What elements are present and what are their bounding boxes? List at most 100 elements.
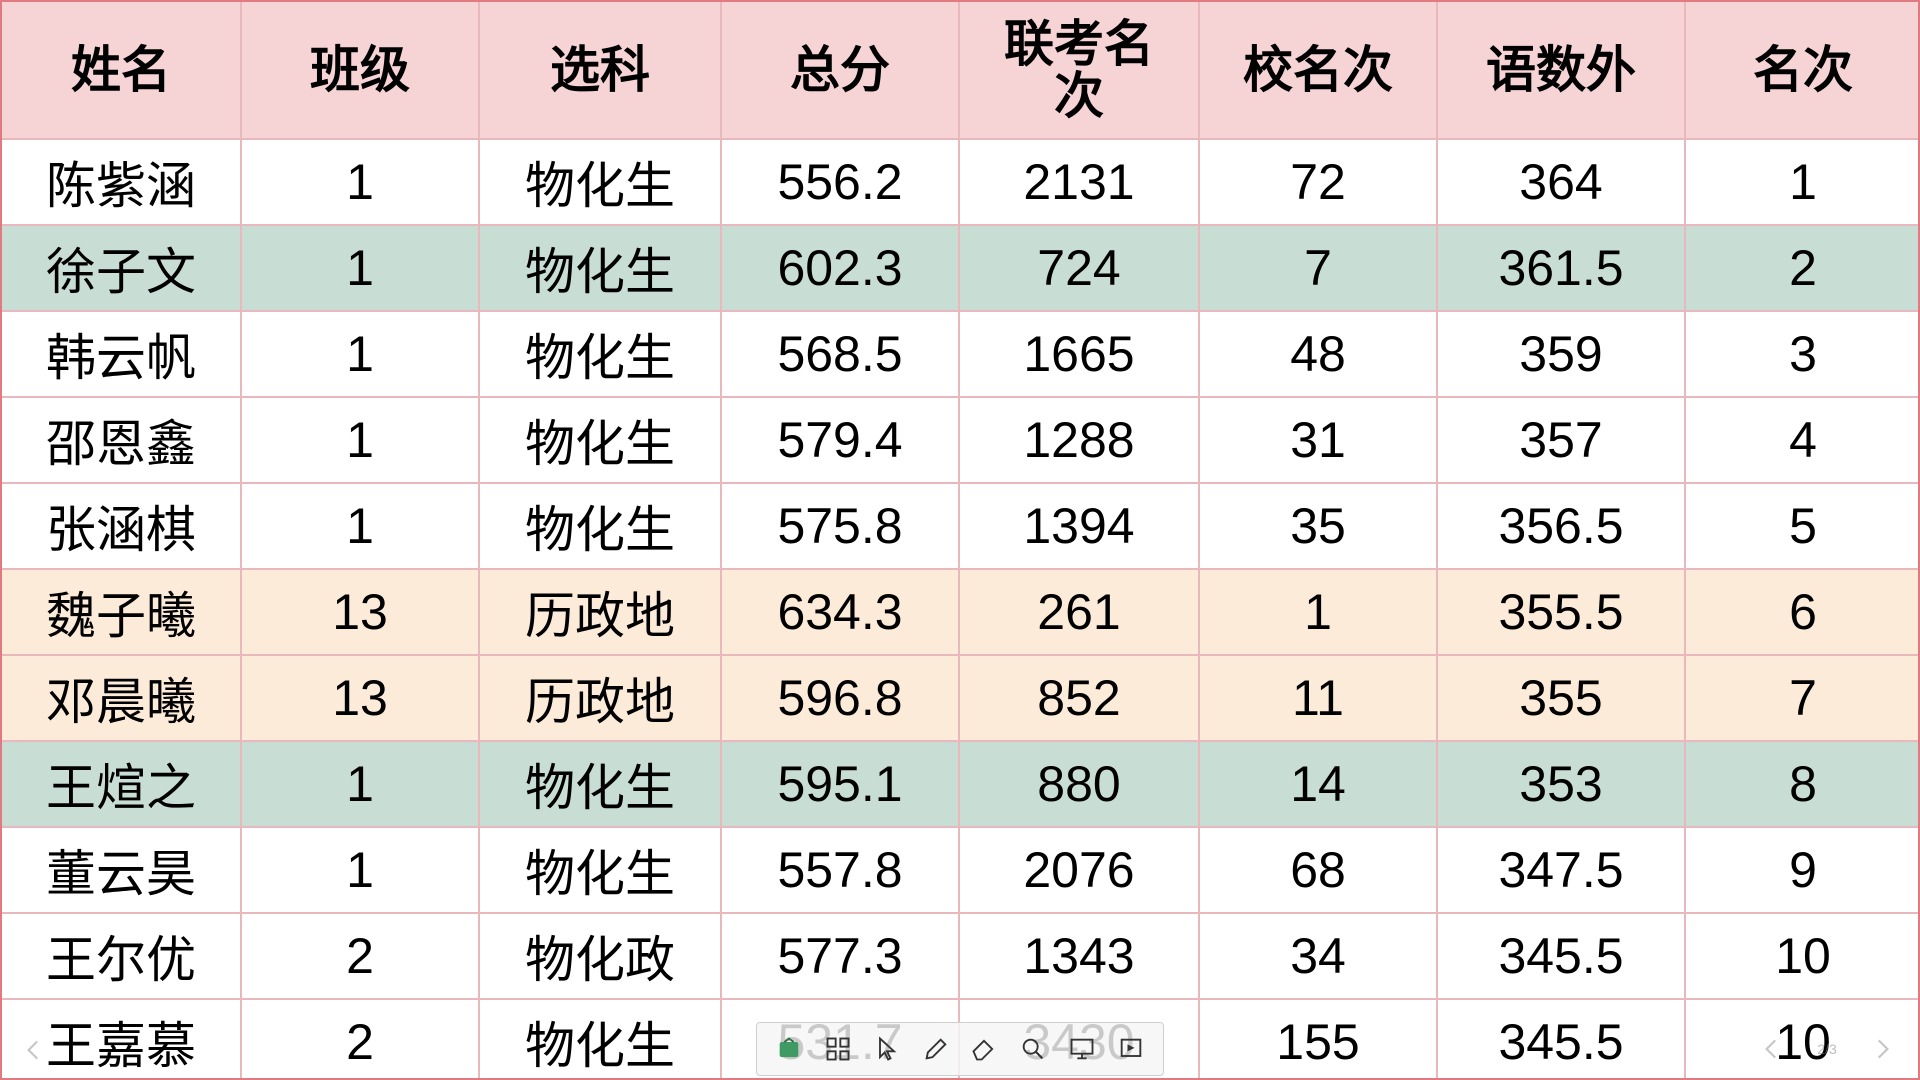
table-row: 邵恩鑫 1 物化生 579.4 1288 31 357 4: [0, 396, 1920, 484]
cell-core-subjects: 361.5: [1436, 224, 1686, 312]
cell-core-subjects: 347.5: [1436, 826, 1686, 914]
cell-rank: 10: [1684, 912, 1920, 1000]
table-row: 王煊之 1 物化生 595.1 880 14 353 8: [0, 740, 1920, 828]
cell-subjects: 物化生: [478, 826, 722, 914]
cell-subjects: 物化生: [478, 396, 722, 484]
cell-total: 556.2: [720, 138, 960, 226]
cell-school-rank: 14: [1198, 740, 1438, 828]
table-row: 董云昊 1 物化生 557.8 2076 68 347.5 9: [0, 826, 1920, 914]
cell-rank: 4: [1684, 396, 1920, 484]
cell-class: 1: [240, 826, 480, 914]
prev-page-icon[interactable]: [14, 1030, 54, 1070]
cell-school-rank: 155: [1198, 998, 1438, 1080]
cell-name: 韩云帆: [0, 310, 242, 398]
cell-subjects: 历政地: [478, 654, 722, 742]
cell-core-subjects: 345.5: [1436, 912, 1686, 1000]
cell-joint-rank: 852: [958, 654, 1200, 742]
cell-rank: 9: [1684, 826, 1920, 914]
cell-class: 1: [240, 482, 480, 570]
nav-right: 2/3: [1752, 1024, 1912, 1074]
score-table: 姓名 班级 选科 总分 联考名次 校名次 语数外 名次 陈紫涵 1 物化生 556.2…: [0, 0, 1920, 1080]
cell-total: 596.8: [720, 654, 960, 742]
table-row: 邓晨曦 13 历政地 596.8 852 11 355 7: [0, 654, 1920, 742]
cell-name: 邓晨曦: [0, 654, 242, 742]
cell-total: 557.8: [720, 826, 960, 914]
cell-class: 1: [240, 310, 480, 398]
cell-name: 王煊之: [0, 740, 242, 828]
cell-name: 王尔优: [0, 912, 242, 1000]
slide-viewer: 姓名 班级 选科 总分 联考名次 校名次 语数外 名次 陈紫涵 1 物化生 556.2…: [0, 0, 1920, 1080]
cell-school-rank: 31: [1198, 396, 1438, 484]
table-row: 徐子文 1 物化生 602.3 724 7 361.5 2: [0, 224, 1920, 312]
table-row: 陈紫涵 1 物化生 556.2 2131 72 364 1: [0, 138, 1920, 226]
header-core-subjects: 语数外: [1436, 0, 1686, 140]
cell-class: 1: [240, 396, 480, 484]
table-row: 张涵棋 1 物化生 575.8 1394 35 356.5 5: [0, 482, 1920, 570]
cell-name: 董云昊: [0, 826, 242, 914]
cell-core-subjects: 355: [1436, 654, 1686, 742]
table-row: 韩云帆 1 物化生 568.5 1665 48 359 3: [0, 310, 1920, 398]
cell-joint-rank: 880: [958, 740, 1200, 828]
grid-icon[interactable]: [820, 1031, 856, 1067]
cell-core-subjects: 364: [1436, 138, 1686, 226]
prev-slide-icon[interactable]: [1752, 1029, 1792, 1069]
cell-class: 1: [240, 740, 480, 828]
cell-school-rank: 7: [1198, 224, 1438, 312]
table-row: 魏子曦 13 历政地 634.3 261 1 355.5 6: [0, 568, 1920, 656]
cell-subjects: 物化生: [478, 482, 722, 570]
cell-name: 陈紫涵: [0, 138, 242, 226]
cell-name: 徐子文: [0, 224, 242, 312]
cell-core-subjects: 353: [1436, 740, 1686, 828]
cell-rank: 1: [1684, 138, 1920, 226]
cell-core-subjects: 359: [1436, 310, 1686, 398]
cell-school-rank: 48: [1198, 310, 1438, 398]
cell-class: 13: [240, 654, 480, 742]
cell-subjects: 物化生: [478, 310, 722, 398]
header-rank: 名次: [1684, 0, 1920, 140]
cell-school-rank: 1: [1198, 568, 1438, 656]
nav-left: [14, 1028, 164, 1072]
cell-joint-rank: 1288: [958, 396, 1200, 484]
cell-rank: 5: [1684, 482, 1920, 570]
cell-joint-rank: 1394: [958, 482, 1200, 570]
cell-class: 2: [240, 998, 480, 1080]
pointer-icon[interactable]: [869, 1031, 905, 1067]
cell-class: 2: [240, 912, 480, 1000]
slides-icon[interactable]: [771, 1031, 807, 1067]
cell-school-rank: 34: [1198, 912, 1438, 1000]
cell-subjects: 物化生: [478, 740, 722, 828]
next-slide-icon[interactable]: [1862, 1029, 1902, 1069]
pen-icon[interactable]: [918, 1031, 954, 1067]
cell-core-subjects: 345.5: [1436, 998, 1686, 1080]
cell-rank: 2: [1684, 224, 1920, 312]
cell-class: 13: [240, 568, 480, 656]
cell-subjects: 物化生: [478, 224, 722, 312]
cell-name: 张涵棋: [0, 482, 242, 570]
cell-subjects: 物化生: [478, 998, 722, 1080]
cell-school-rank: 35: [1198, 482, 1438, 570]
cell-rank: 7: [1684, 654, 1920, 742]
zoom-icon[interactable]: [1015, 1031, 1051, 1067]
cell-rank: 3: [1684, 310, 1920, 398]
cell-rank: 6: [1684, 568, 1920, 656]
eraser-icon[interactable]: [966, 1031, 1002, 1067]
presentation-toolbar: [756, 1022, 1164, 1076]
cell-name: 邵恩鑫: [0, 396, 242, 484]
cell-total: 568.5: [720, 310, 960, 398]
header-name: 姓名: [0, 0, 242, 140]
cell-subjects: 物化政: [478, 912, 722, 1000]
cell-core-subjects: 357: [1436, 396, 1686, 484]
cell-subjects: 物化生: [478, 138, 722, 226]
screen-icon[interactable]: [1064, 1031, 1100, 1067]
header-row: 姓名 班级 选科 总分 联考名次 校名次 语数外 名次: [0, 0, 1920, 140]
cell-total: 634.3: [720, 568, 960, 656]
cell-core-subjects: 355.5: [1436, 568, 1686, 656]
header-class: 班级: [240, 0, 480, 140]
present-icon[interactable]: [1113, 1031, 1149, 1067]
table-row: 王尔优 2 物化政 577.3 1343 34 345.5 10: [0, 912, 1920, 1000]
table-body: 陈紫涵 1 物化生 556.2 2131 72 364 1 徐子文 1 物化生 602.3 724 7 36…: [0, 138, 1920, 1080]
cell-total: 595.1: [720, 740, 960, 828]
header-total: 总分: [720, 0, 960, 140]
cell-subjects: 历政地: [478, 568, 722, 656]
header-subjects: 选科: [478, 0, 722, 140]
